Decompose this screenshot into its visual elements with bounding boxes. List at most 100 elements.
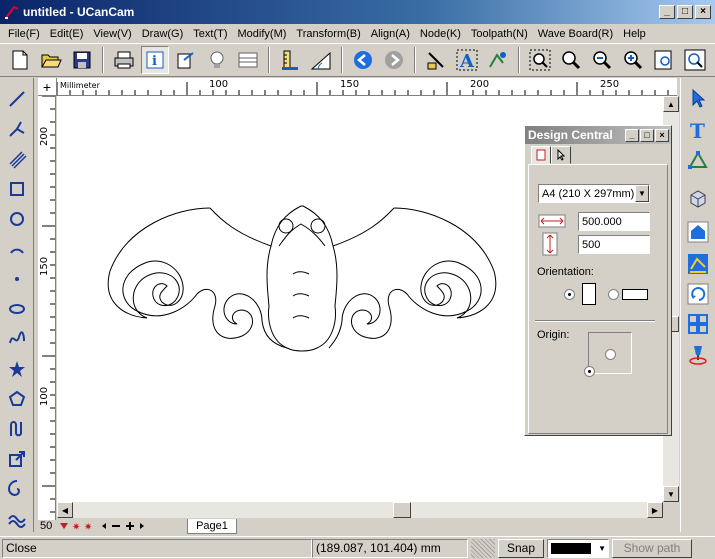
vertical-ruler-ticks bbox=[42, 96, 55, 513]
zoom-out-icon[interactable] bbox=[588, 46, 616, 74]
scroll-down-icon[interactable]: ▼ bbox=[663, 486, 679, 502]
zoom-page-icon[interactable] bbox=[650, 46, 678, 74]
left-toolbox bbox=[0, 78, 34, 532]
close-button[interactable]: × bbox=[695, 5, 711, 19]
circle-icon[interactable] bbox=[4, 206, 30, 232]
ruler-corner[interactable]: + bbox=[38, 78, 57, 96]
snap-button[interactable]: Snap bbox=[498, 538, 544, 558]
horizontal-scrollbar[interactable]: ◀ ▶ bbox=[57, 502, 663, 518]
app-icon bbox=[5, 5, 19, 19]
height-icon bbox=[542, 232, 558, 259]
zoom-in-icon[interactable] bbox=[557, 46, 585, 74]
ruler-label-100v: 100 bbox=[39, 386, 50, 406]
portrait-radio[interactable] bbox=[564, 289, 575, 300]
menu-toolpath[interactable]: Toolpath(N) bbox=[466, 28, 533, 40]
menu-edit[interactable]: Edit(E) bbox=[45, 28, 89, 40]
page-size-select[interactable]: A4 (210 X 297mm) bbox=[538, 184, 650, 203]
open-file-icon[interactable] bbox=[37, 46, 65, 74]
ruler-label-200: 200 bbox=[470, 79, 490, 90]
origin-bottom-left-radio[interactable] bbox=[584, 366, 595, 377]
polygon-icon[interactable] bbox=[4, 386, 30, 412]
scroll-right-icon[interactable]: ▶ bbox=[647, 502, 663, 518]
color-select[interactable]: ▼ bbox=[547, 538, 609, 558]
panel-close-button[interactable]: × bbox=[655, 128, 669, 142]
star-icon[interactable] bbox=[4, 356, 30, 382]
arc-icon[interactable] bbox=[4, 236, 30, 262]
ruler-label-150v: 150 bbox=[39, 256, 50, 276]
spiral-icon[interactable] bbox=[4, 476, 30, 502]
menu-node[interactable]: Node(K) bbox=[415, 28, 466, 40]
page-nav-icons[interactable]: ✷ ✷ bbox=[58, 519, 148, 533]
ruler-label-100: 100 bbox=[209, 79, 229, 90]
design-icon[interactable] bbox=[484, 46, 512, 74]
pen-icon[interactable] bbox=[4, 416, 30, 442]
menu-align[interactable]: Align(A) bbox=[366, 28, 415, 40]
wave-icon[interactable] bbox=[4, 506, 30, 532]
new-file-icon[interactable] bbox=[6, 46, 34, 74]
measure-icon[interactable] bbox=[307, 46, 335, 74]
menu-text[interactable]: Text(T) bbox=[188, 28, 232, 40]
menu-wave-board[interactable]: Wave Board(R) bbox=[533, 28, 618, 40]
node-tool-icon[interactable] bbox=[684, 146, 712, 174]
polyline-icon[interactable] bbox=[4, 116, 30, 142]
3d-icon[interactable] bbox=[684, 184, 712, 212]
menu-modify[interactable]: Modify(M) bbox=[233, 28, 292, 40]
tab-pointer-icon[interactable] bbox=[551, 146, 571, 164]
landscape-icon bbox=[622, 289, 648, 300]
back-icon[interactable] bbox=[349, 46, 377, 74]
zoom-fit-icon[interactable] bbox=[681, 46, 709, 74]
save-icon[interactable] bbox=[68, 46, 96, 74]
forward-icon[interactable] bbox=[380, 46, 408, 74]
page-tab[interactable]: Page1 bbox=[187, 519, 237, 534]
point-icon[interactable] bbox=[4, 266, 30, 292]
scroll-up-icon[interactable]: ▲ bbox=[663, 96, 679, 112]
engrave-icon[interactable] bbox=[684, 250, 712, 278]
menu-help[interactable]: Help bbox=[618, 28, 651, 40]
landscape-radio[interactable] bbox=[608, 289, 619, 300]
text-art-icon[interactable]: A bbox=[453, 46, 481, 74]
window-title: untitled - UCanCam bbox=[23, 5, 135, 19]
rectangle-icon[interactable] bbox=[4, 176, 30, 202]
ellipse-icon[interactable] bbox=[4, 296, 30, 322]
panel-minimize-button[interactable]: _ bbox=[625, 128, 639, 142]
width-field[interactable]: 500.000 bbox=[578, 212, 650, 231]
multi-line-icon[interactable] bbox=[4, 146, 30, 172]
maximize-button[interactable]: □ bbox=[677, 5, 693, 19]
node-edit-icon[interactable] bbox=[172, 46, 200, 74]
cube-icon[interactable] bbox=[684, 218, 712, 246]
horizontal-scroll-thumb[interactable] bbox=[393, 502, 411, 518]
coordinates-text: (189.087, 101.404) mm bbox=[316, 541, 441, 555]
grid-icon[interactable] bbox=[684, 310, 712, 338]
transform-icon[interactable] bbox=[4, 446, 30, 472]
color-swatch bbox=[551, 542, 591, 554]
menu-view[interactable]: View(V) bbox=[88, 28, 136, 40]
horizontal-ruler-ticks bbox=[57, 82, 669, 95]
panel-maximize-button[interactable]: □ bbox=[640, 128, 654, 142]
line-icon[interactable] bbox=[4, 86, 30, 112]
menu-draw[interactable]: Draw(G) bbox=[137, 28, 189, 40]
pointer-icon[interactable] bbox=[684, 84, 712, 112]
color-dropdown-icon[interactable]: ▼ bbox=[598, 544, 606, 553]
origin-center-radio[interactable] bbox=[605, 349, 616, 360]
tab-page-icon[interactable] bbox=[531, 146, 551, 164]
brush-icon[interactable] bbox=[422, 46, 450, 74]
minimize-button[interactable]: _ bbox=[659, 5, 675, 19]
bulb-icon[interactable] bbox=[203, 46, 231, 74]
scroll-left-icon[interactable]: ◀ bbox=[57, 502, 73, 518]
zoom-plus-icon[interactable] bbox=[619, 46, 647, 74]
ruler-icon[interactable] bbox=[276, 46, 304, 74]
show-path-button[interactable]: Show path bbox=[612, 538, 692, 558]
spiral-wave-icon[interactable] bbox=[4, 326, 30, 352]
text-tool-icon[interactable]: T bbox=[684, 116, 712, 144]
fill-icon[interactable] bbox=[684, 340, 712, 368]
layers-icon[interactable] bbox=[234, 46, 262, 74]
chevron-down-icon[interactable]: ▼ bbox=[635, 185, 649, 202]
ruler-label-150: 150 bbox=[340, 79, 360, 90]
height-field[interactable]: 500 bbox=[578, 235, 650, 254]
rotate-icon[interactable] bbox=[684, 280, 712, 308]
print-icon[interactable] bbox=[110, 46, 138, 74]
menu-file[interactable]: File(F) bbox=[3, 28, 45, 40]
info-icon[interactable]: i bbox=[141, 46, 169, 74]
zoom-window-icon[interactable] bbox=[526, 46, 554, 74]
menu-transform[interactable]: Transform(B) bbox=[291, 28, 365, 40]
